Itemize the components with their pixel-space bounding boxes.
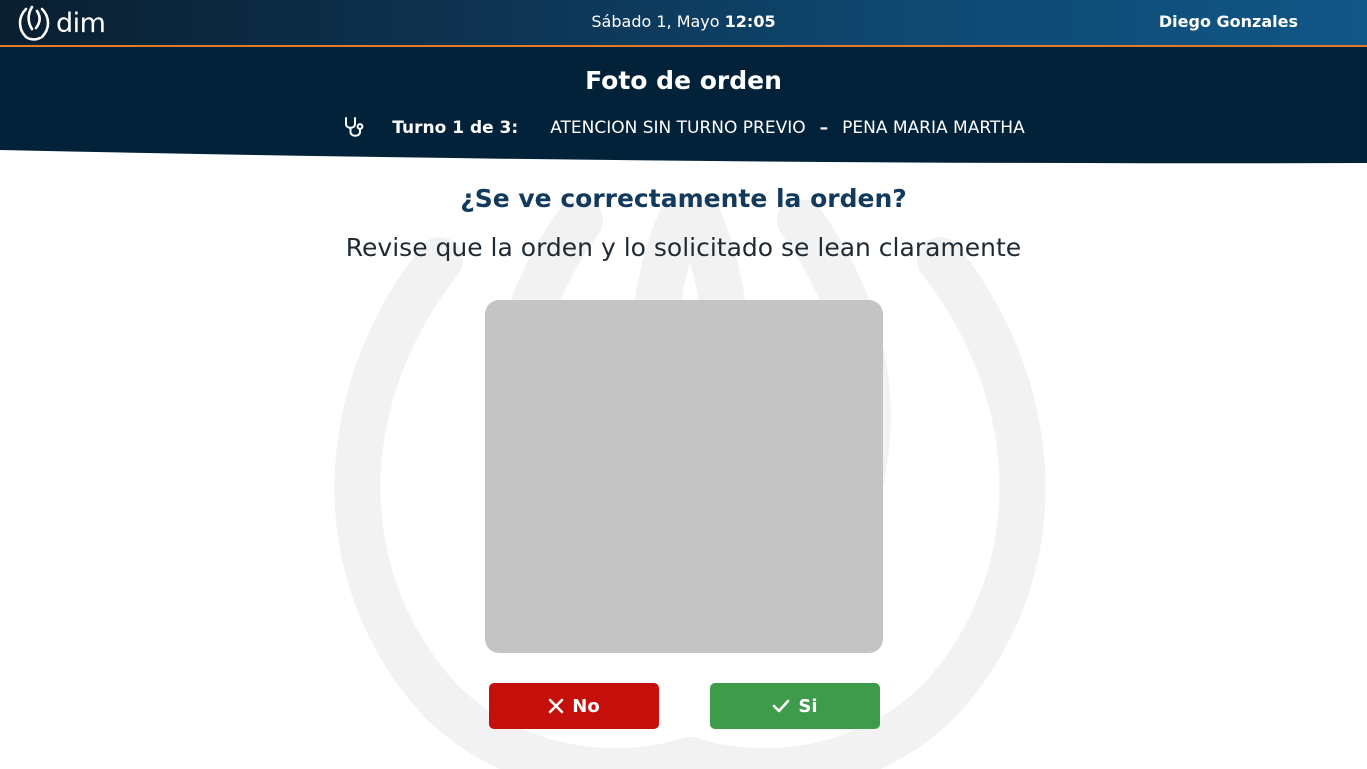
current-time: 12:05 bbox=[724, 12, 776, 31]
confirmation-question: ¿Se ve correctamente la orden? bbox=[460, 184, 907, 213]
top-bar: dim Sábado 1, Mayo 12:05 Diego Gonzales bbox=[0, 0, 1367, 47]
check-icon bbox=[773, 699, 790, 713]
no-button-label: No bbox=[572, 695, 600, 717]
si-button-label: Si bbox=[798, 695, 818, 717]
stethoscope-icon bbox=[345, 117, 364, 137]
turno-label: Turno 1 de 3: bbox=[392, 118, 519, 138]
user-name: Diego Gonzales bbox=[1158, 12, 1298, 31]
turno-info: Turno 1 de 3: ATENCION SIN TURNO PREVIO … bbox=[0, 115, 1367, 141]
close-icon bbox=[548, 698, 564, 714]
instruction-text: Revise que la orden y lo solicitado se l… bbox=[345, 233, 1022, 262]
page-header: Foto de orden Turno 1 de 3: ATENCION SIN… bbox=[0, 47, 1367, 172]
turno-patient: PENA MARIA MARTHA bbox=[842, 118, 1025, 138]
page-title: Foto de orden bbox=[585, 66, 782, 95]
order-photo-preview bbox=[485, 300, 883, 653]
kiosk-screen: dim Sábado 1, Mayo 12:05 Diego Gonzales … bbox=[0, 0, 1367, 769]
turno-service: ATENCION SIN TURNO PREVIO bbox=[550, 118, 806, 138]
current-date: Sábado 1, Mayo bbox=[591, 12, 720, 31]
no-button[interactable]: No bbox=[489, 683, 659, 729]
turno-separator: – bbox=[819, 118, 829, 138]
si-button[interactable]: Si bbox=[710, 683, 880, 729]
